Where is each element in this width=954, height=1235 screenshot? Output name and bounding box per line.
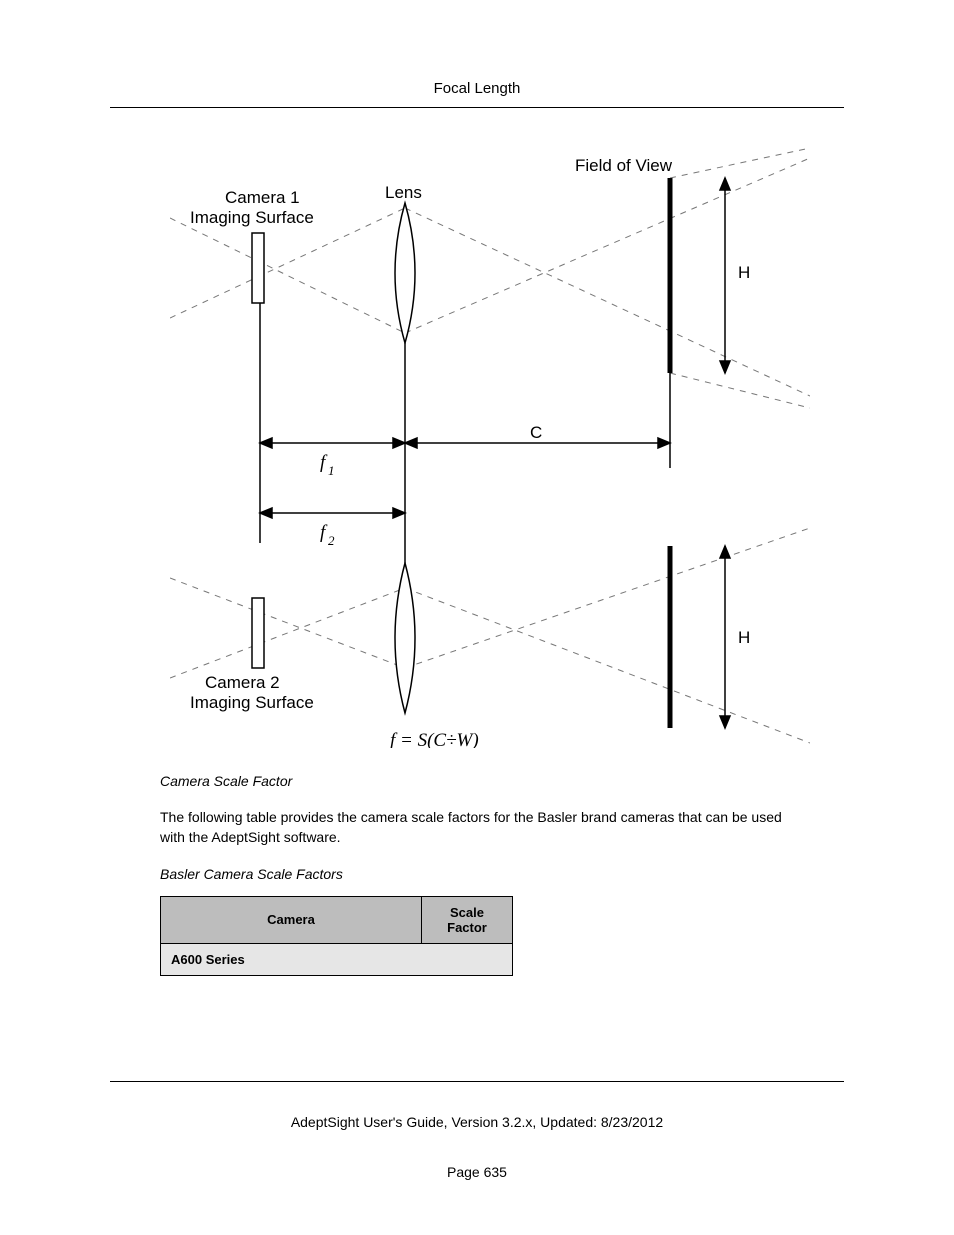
footer-rule — [110, 1081, 844, 1082]
table-header-camera: Camera — [161, 896, 422, 943]
footer-guide: AdeptSight User's Guide, Version 3.2.x, … — [0, 1114, 954, 1130]
label-f1: f — [320, 452, 328, 473]
label-h1: H — [738, 263, 750, 282]
label-lens: Lens — [385, 183, 422, 202]
scale-factor-table: Camera Scale Factor A600 Series — [160, 896, 513, 976]
label-c: C — [530, 423, 542, 442]
figure-caption: Camera Scale Factor — [160, 773, 844, 789]
label-h2: H — [738, 628, 750, 647]
label-f1-sub: 1 — [328, 463, 335, 478]
table-row: A600 Series — [161, 943, 513, 975]
body-paragraph: The following table provides the camera … — [160, 807, 800, 848]
label-camera1-b: Imaging Surface — [190, 208, 314, 227]
label-f2-sub: 2 — [328, 533, 335, 548]
label-camera2-b: Imaging Surface — [190, 693, 314, 712]
focal-length-diagram: Field of View Camera 1 Imaging Surface L… — [170, 148, 810, 748]
label-camera1-a: Camera 1 — [225, 188, 300, 207]
label-camera2-a: Camera 2 — [205, 673, 280, 692]
table-series-cell: A600 Series — [161, 943, 513, 975]
table-caption: Basler Camera Scale Factors — [160, 866, 844, 882]
label-field-of-view: Field of View — [575, 156, 673, 175]
footer-page-number: Page 635 — [0, 1164, 954, 1180]
label-f2: f — [320, 522, 328, 543]
page-header-title: Focal Length — [110, 80, 844, 97]
label-formula: f = S(C÷W) — [390, 730, 479, 748]
header-rule — [110, 107, 844, 108]
table-header-scale-factor: Scale Factor — [422, 896, 513, 943]
